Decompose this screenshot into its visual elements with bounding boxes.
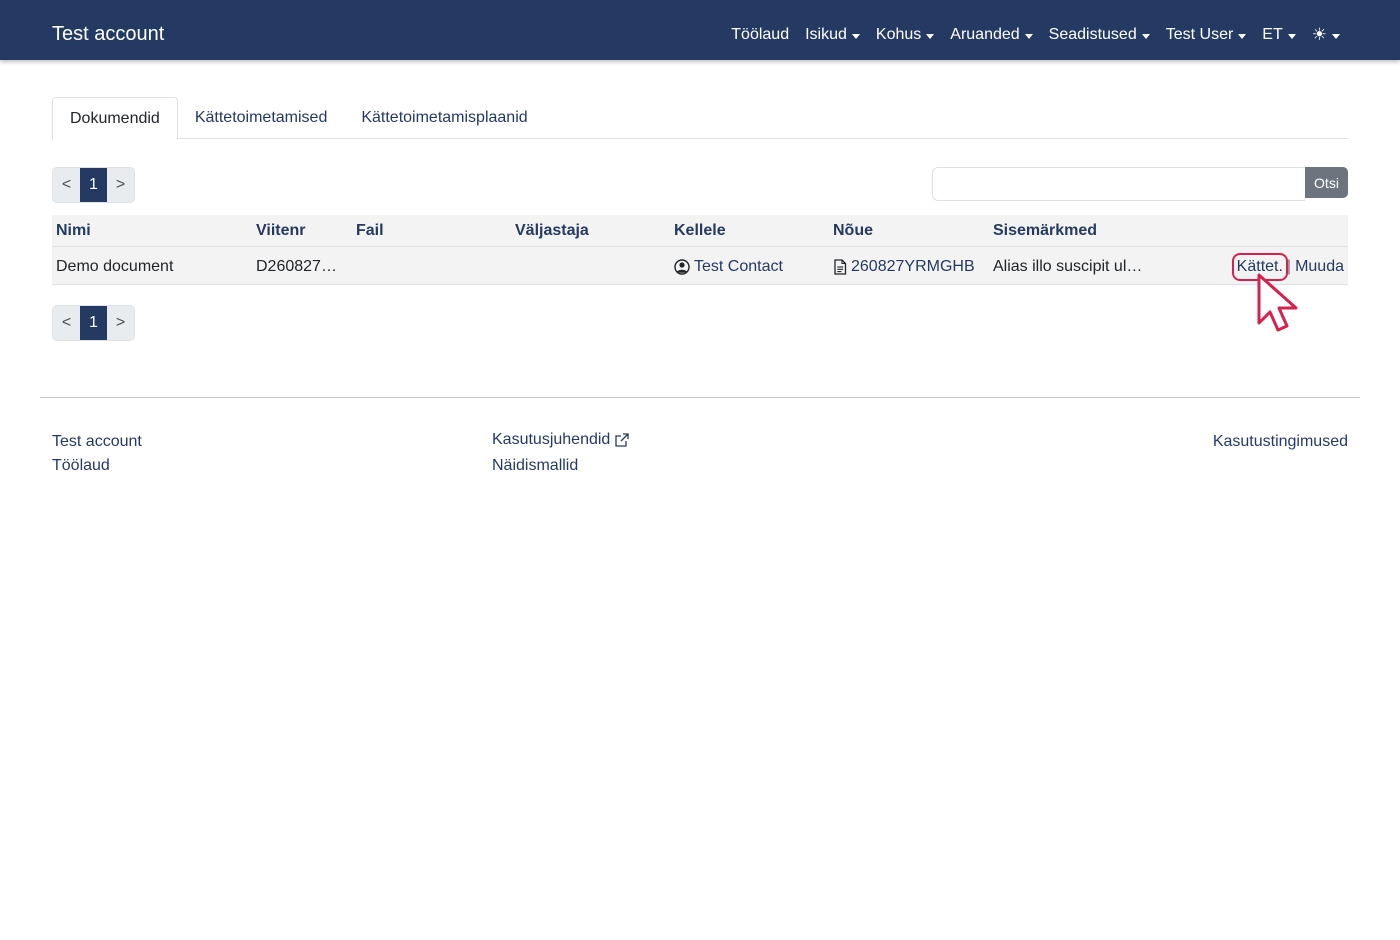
footer-link-label: Kasutusjuhendid — [492, 431, 611, 448]
mouse-pointer-icon — [1257, 273, 1298, 332]
tab-kattetoimetamisplaanid[interactable]: Kättetoimetamisplaanid — [344, 97, 544, 139]
tab-bar: Dokumendid Kättetoimetamised Kättetoimet… — [52, 97, 1348, 140]
nav-item-label: Seadistused — [1048, 26, 1137, 43]
column-header-fail[interactable]: Fail — [356, 222, 384, 240]
column-header-noue[interactable]: Nõue — [833, 222, 873, 240]
person-circle-icon — [674, 259, 690, 275]
caret-down-icon — [1332, 33, 1340, 39]
edit-link[interactable]: Muuda — [1295, 258, 1344, 276]
search-button[interactable]: Otsi — [1305, 167, 1348, 198]
footer-link-toolaud[interactable]: Töölaud — [52, 457, 110, 475]
contact-link[interactable]: Test Contact — [674, 258, 829, 276]
nav-item-seadistused[interactable]: Seadistused — [1049, 26, 1150, 44]
footer-link-naidismallid[interactable]: Näidismallid — [492, 457, 578, 475]
nav-item-label: ET — [1262, 26, 1283, 43]
pagination-page-button[interactable]: 1 — [80, 168, 107, 202]
pagination-bottom: < 1 > — [52, 305, 135, 341]
nav-menu: Töölaud Isikud Kohus Aruanded Seadistuse… — [731, 25, 1340, 45]
footer-link-kasutustingimused[interactable]: Kasutustingimused — [1213, 433, 1348, 451]
search-group: Otsi — [932, 167, 1348, 201]
cell-sisemarkmed: Alias illo suscipit ul… — [993, 258, 1143, 275]
caret-down-icon — [1141, 33, 1150, 39]
top-navbar: Test account Töölaud Isikud Kohus Aruand… — [0, 0, 1400, 60]
nav-item-isikud[interactable]: Isikud — [805, 26, 860, 44]
pagination-prev-button[interactable]: < — [53, 306, 80, 340]
table-row: Demo document D260827… Test Contact 2608… — [52, 247, 1348, 285]
nav-item-kohus[interactable]: Kohus — [875, 26, 935, 44]
footer-divider — [40, 397, 1360, 398]
footer-link-kasutusjuhendid[interactable]: Kasutusjuhendid — [492, 431, 630, 449]
nav-item-label: Aruanded — [950, 26, 1020, 43]
column-header-viitenr[interactable]: Viitenr — [256, 222, 306, 240]
pagination-page-button[interactable]: 1 — [80, 306, 107, 340]
caret-down-icon — [1238, 33, 1247, 39]
column-header-kellele[interactable]: Kellele — [674, 222, 726, 240]
footer-link-account[interactable]: Test account — [52, 433, 142, 451]
tab-kattetoimetamised[interactable]: Kättetoimetamised — [178, 97, 345, 139]
caret-down-icon — [851, 33, 860, 39]
nav-item-label: Isikud — [805, 26, 847, 43]
nav-item-label: Test User — [1165, 26, 1234, 43]
nav-item-label: Kohus — [875, 26, 922, 43]
claim-link[interactable]: 260827YRMGHB — [833, 258, 993, 276]
tab-dokumendid[interactable]: Dokumendid — [52, 97, 178, 140]
caret-down-icon — [1287, 33, 1296, 39]
pagination-next-button[interactable]: > — [107, 306, 134, 340]
cell-nimi: Demo document — [56, 258, 174, 275]
nav-item-label: Töölaud — [731, 26, 790, 43]
table-header: Nimi Viitenr Fail Väljastaja Kellele Nõu… — [52, 215, 1348, 247]
cell-viitenr: D260827… — [256, 258, 337, 275]
nav-item-aruanded[interactable]: Aruanded — [950, 26, 1033, 44]
claim-link-label: 260827YRMGHB — [851, 258, 975, 275]
column-header-valjastaja[interactable]: Väljastaja — [515, 222, 589, 240]
caret-down-icon — [926, 33, 935, 39]
brand-title[interactable]: Test account — [52, 22, 164, 46]
nav-item-language[interactable]: ET — [1262, 26, 1296, 44]
contact-link-label: Test Contact — [694, 258, 783, 275]
pagination-prev-button[interactable]: < — [53, 168, 80, 202]
external-link-icon — [614, 432, 630, 448]
column-header-sisemarkmed[interactable]: Sisemärkmed — [993, 222, 1097, 240]
pagination-next-button[interactable]: > — [107, 168, 134, 202]
document-icon — [833, 259, 847, 275]
search-input[interactable] — [932, 167, 1305, 201]
column-header-nimi[interactable]: Nimi — [56, 222, 91, 240]
nav-item-toolaud[interactable]: Töölaud — [731, 26, 789, 44]
theme-toggle[interactable]: ☀ — [1311, 25, 1340, 44]
nav-item-user-menu[interactable]: Test User — [1166, 26, 1247, 44]
caret-down-icon — [1024, 33, 1033, 39]
sun-icon: ☀ — [1311, 25, 1327, 44]
pagination-top: < 1 > — [52, 167, 135, 203]
documents-table: Nimi Viitenr Fail Väljastaja Kellele Nõu… — [52, 215, 1348, 285]
